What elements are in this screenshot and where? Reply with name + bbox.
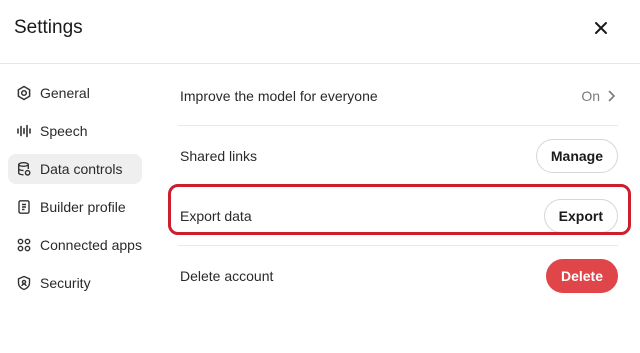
chevron-right-icon — [608, 90, 616, 102]
setting-row-export-data: Export data Export — [178, 186, 618, 246]
sidebar-item-builder-profile[interactable]: Builder profile — [8, 192, 142, 222]
sidebar-item-label: Connected apps — [40, 237, 142, 253]
sidebar-item-label: Speech — [40, 123, 88, 139]
setting-row-shared-links: Shared links Manage — [178, 126, 618, 186]
dialog-header: Settings — [0, 0, 640, 64]
setting-label: Export data — [180, 207, 252, 224]
sidebar-item-label: Builder profile — [40, 199, 126, 215]
delete-button[interactable]: Delete — [545, 259, 618, 293]
sidebar-item-label: Data controls — [40, 161, 123, 177]
settings-sidebar: General Speech Data controls Builder pro… — [8, 78, 142, 306]
sidebar-item-security[interactable]: Security — [8, 268, 142, 298]
setting-label: Delete account — [180, 268, 274, 284]
export-button[interactable]: Export — [543, 198, 618, 233]
apps-grid-icon — [16, 237, 32, 253]
sidebar-item-connected-apps[interactable]: Connected apps — [8, 230, 142, 260]
settings-dialog: Settings General Speech Data controls Bu… — [0, 0, 640, 353]
waveform-icon — [16, 123, 32, 139]
setting-row-improve-model: Improve the model for everyone On — [178, 66, 618, 126]
sidebar-item-label: General — [40, 85, 90, 101]
settings-content: Improve the model for everyone On Shared… — [178, 66, 618, 306]
improve-model-toggle[interactable]: On — [581, 88, 616, 104]
sidebar-item-data-controls[interactable]: Data controls — [8, 154, 142, 184]
close-button[interactable] — [589, 16, 613, 40]
id-card-icon — [16, 199, 32, 215]
setting-value: On — [581, 87, 600, 104]
sidebar-item-general[interactable]: General — [8, 78, 142, 108]
setting-row-delete-account: Delete account Delete — [178, 246, 618, 306]
dialog-title: Settings — [14, 17, 83, 38]
gear-icon — [16, 85, 32, 101]
manage-button[interactable]: Manage — [535, 138, 618, 173]
sidebar-item-speech[interactable]: Speech — [8, 116, 142, 146]
setting-label: Shared links — [180, 147, 258, 164]
sidebar-item-label: Security — [40, 275, 91, 291]
setting-label: Improve the model for everyone — [180, 87, 378, 104]
database-icon — [16, 161, 32, 177]
close-icon — [595, 22, 607, 34]
shield-icon — [16, 275, 32, 291]
